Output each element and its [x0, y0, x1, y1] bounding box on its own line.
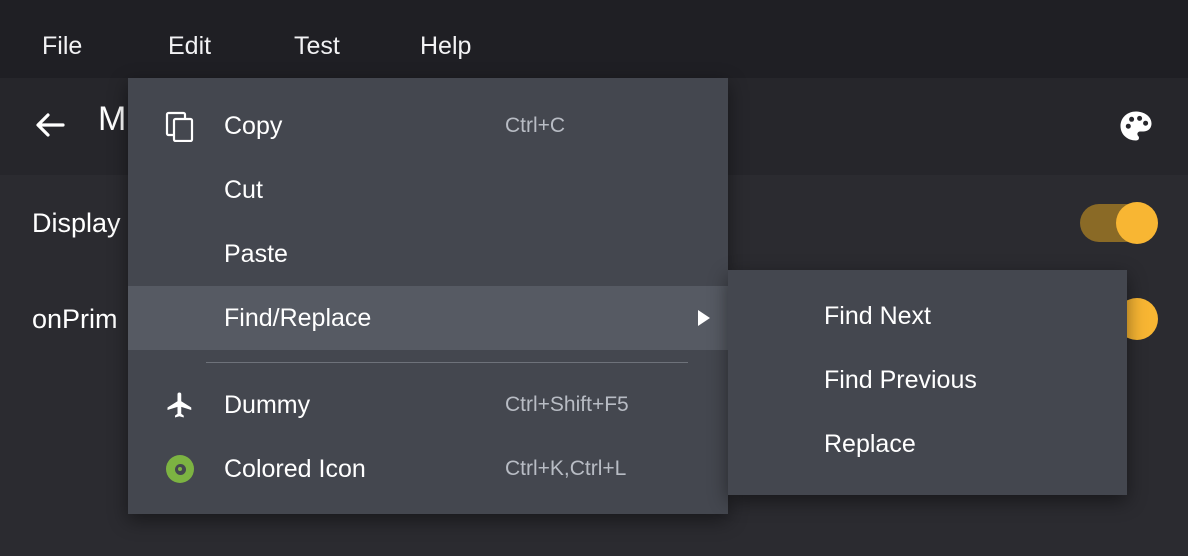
toggle-knob: [1116, 202, 1158, 244]
menu-item-label: Find Next: [824, 301, 931, 330]
palette-icon[interactable]: [1116, 106, 1156, 146]
submenu-item-replace[interactable]: Replace: [728, 412, 1127, 476]
menu-item-dummy[interactable]: Dummy Ctrl+Shift+F5: [128, 373, 728, 437]
airplane-icon: [160, 385, 200, 425]
arrow-left-icon[interactable]: [30, 105, 70, 145]
menubar-item-file[interactable]: File: [42, 26, 82, 67]
menu-item-label: Find Previous: [824, 365, 977, 394]
menu-item-label: Dummy: [224, 390, 311, 419]
menu-item-shortcut: Ctrl+C: [505, 114, 566, 137]
menu-item-paste[interactable]: Paste: [128, 222, 728, 286]
menu-item-shortcut: Ctrl+Shift+F5: [505, 393, 629, 416]
menu-item-label: Colored Icon: [224, 454, 366, 483]
settings-row-label: onPrim: [32, 303, 118, 334]
edit-dropdown-menu[interactable]: Copy Ctrl+C Cut Paste Find/Replace Dummy…: [128, 78, 728, 514]
menu-item-label: Replace: [824, 429, 916, 458]
menu-item-shortcut: Ctrl+K,Ctrl+L: [505, 457, 627, 480]
menubar-item-test[interactable]: Test: [294, 26, 340, 67]
submenu-item-find-previous[interactable]: Find Previous: [728, 348, 1127, 412]
chevron-right-icon: [698, 310, 710, 326]
application-window: File Edit Test Help M Display onPrim Cop…: [0, 0, 1188, 556]
menubar-item-edit[interactable]: Edit: [168, 26, 211, 67]
menu-bar: File Edit Test Help: [0, 0, 1188, 78]
toggle-display[interactable]: [1080, 202, 1158, 244]
menu-item-cut[interactable]: Cut: [128, 158, 728, 222]
settings-row-label: Display: [32, 207, 121, 238]
menu-item-label: Paste: [224, 239, 288, 268]
menu-item-label: Cut: [224, 175, 263, 204]
menu-item-label: Find/Replace: [224, 303, 372, 332]
menubar-item-help[interactable]: Help: [420, 26, 471, 67]
submenu-item-find-next[interactable]: Find Next: [728, 284, 1127, 348]
menu-separator: [206, 362, 688, 363]
copy-icon: [160, 106, 200, 146]
green-disc-icon: [160, 449, 200, 489]
menu-item-copy[interactable]: Copy Ctrl+C: [128, 94, 728, 158]
find-replace-submenu[interactable]: Find Next Find Previous Replace: [728, 270, 1127, 495]
menu-item-colored-icon[interactable]: Colored Icon Ctrl+K,Ctrl+L: [128, 437, 728, 501]
menu-item-find-replace[interactable]: Find/Replace: [128, 286, 728, 350]
menu-item-label: Copy: [224, 111, 283, 140]
page-title: M: [98, 100, 127, 138]
